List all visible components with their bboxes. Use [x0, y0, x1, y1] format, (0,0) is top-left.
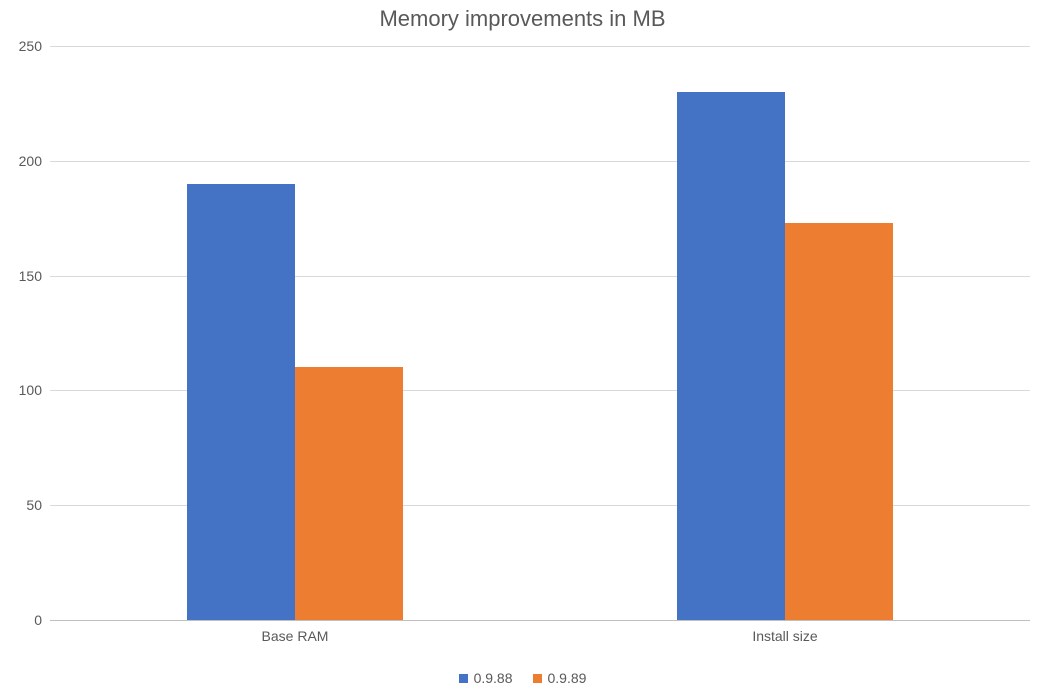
y-tick-label: 150 [19, 268, 42, 284]
gridline [50, 46, 1030, 47]
bar [187, 184, 295, 620]
bar [785, 223, 893, 620]
y-tick-label: 100 [19, 382, 42, 398]
category-label: Install size [752, 628, 817, 644]
legend-label: 0.9.88 [474, 670, 513, 686]
legend-item: 0.9.88 [459, 670, 513, 686]
y-tick-label: 0 [34, 612, 42, 628]
bar [295, 367, 403, 620]
y-tick-label: 50 [26, 497, 42, 513]
y-tick-label: 250 [19, 38, 42, 54]
legend-swatch-icon [459, 674, 468, 683]
category-label: Base RAM [262, 628, 329, 644]
legend-label: 0.9.89 [548, 670, 587, 686]
bar [677, 92, 785, 620]
legend-swatch-icon [533, 674, 542, 683]
chart-title: Memory improvements in MB [0, 6, 1045, 32]
chart-container: Memory improvements in MB 05010015020025… [0, 0, 1045, 696]
plot-area: 050100150200250 [50, 46, 1030, 621]
y-tick-label: 200 [19, 153, 42, 169]
legend-item: 0.9.89 [533, 670, 587, 686]
legend: 0.9.88 0.9.89 [0, 670, 1045, 687]
gridline [50, 161, 1030, 162]
